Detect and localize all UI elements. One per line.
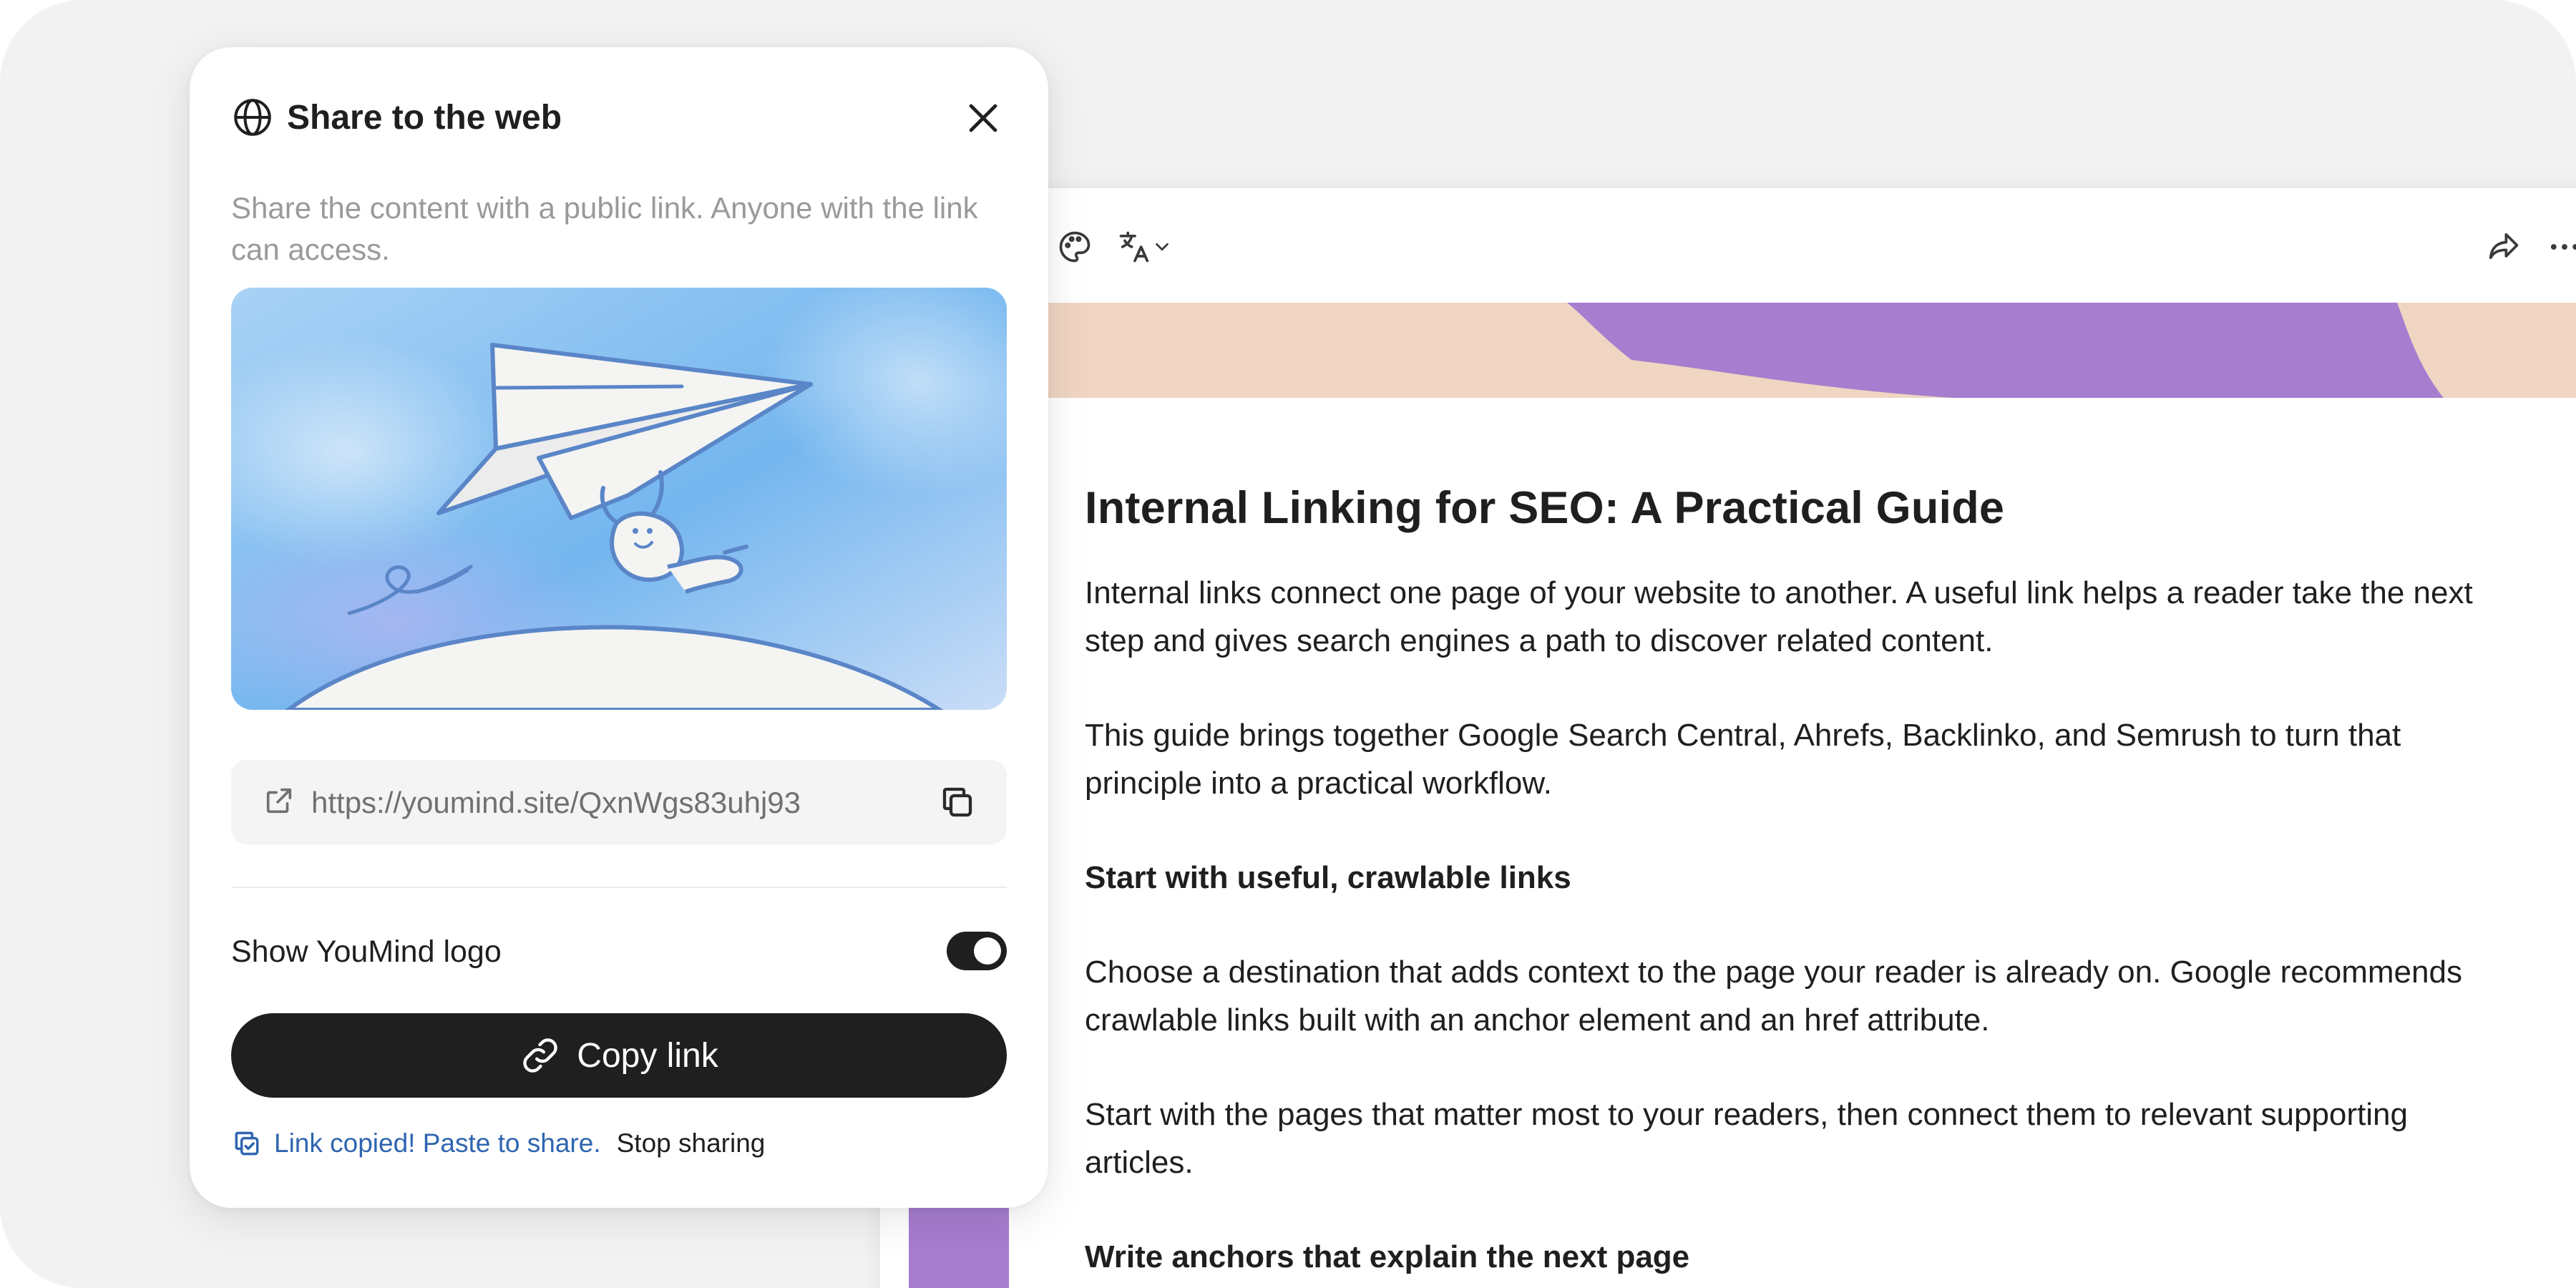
side-decoration xyxy=(909,1204,1009,1288)
share-icon[interactable] xyxy=(2477,221,2529,273)
link-copied-message: Link copied! Paste to share. xyxy=(274,1128,601,1158)
dialog-title: Share to the web xyxy=(287,98,562,137)
paragraph: Internal links connect one page of your … xyxy=(1085,575,2473,658)
stop-sharing-link[interactable]: Stop sharing xyxy=(617,1128,766,1158)
dialog-description: Share the content with a public link. An… xyxy=(231,191,978,266)
paragraph: This guide brings together Google Search… xyxy=(1085,717,2401,801)
dialog-header: Share to the web xyxy=(231,96,562,139)
section-heading: Start with useful, crawlable links xyxy=(1085,859,1571,895)
divider xyxy=(231,887,1007,888)
share-url-text[interactable]: https://youmind.site/QxnWgs83uhj93 xyxy=(311,786,801,820)
globe-icon xyxy=(234,99,271,136)
copy-link-label: Copy link xyxy=(577,1036,718,1075)
app-canvas: Internal Linking for SEO: A Practical Gu… xyxy=(0,0,2576,1288)
share-url-field[interactable]: https://youmind.site/QxnWgs83uhj93 xyxy=(231,760,1007,844)
close-icon[interactable] xyxy=(962,97,1004,139)
paragraph: Start with the pages that matter most to… xyxy=(1085,1096,2408,1180)
document-window: Internal Linking for SEO: A Practical Gu… xyxy=(880,188,2576,1288)
share-dialog: Share to the web Share the content with … xyxy=(190,47,1048,1208)
document-body: Internal Linking for SEO: A Practical Gu… xyxy=(1085,482,2516,1288)
copy-icon[interactable] xyxy=(938,783,977,821)
toggle-knob xyxy=(974,937,1001,965)
copied-check-icon xyxy=(235,1131,259,1156)
show-logo-toggle[interactable] xyxy=(947,932,1007,970)
paper-plane-illustration xyxy=(231,288,1007,710)
external-link-icon[interactable] xyxy=(263,784,296,817)
document-title: Internal Linking for SEO: A Practical Gu… xyxy=(1085,483,2005,533)
more-icon[interactable] xyxy=(2539,221,2576,273)
section-heading: Write anchors that explain the next page xyxy=(1085,1239,1690,1274)
paragraph: Choose a destination that adds context t… xyxy=(1085,954,2462,1038)
document-toolbar xyxy=(880,188,2576,303)
copy-link-button[interactable]: Copy link xyxy=(231,1013,1007,1098)
link-icon xyxy=(523,1038,558,1073)
chevron-down-icon[interactable] xyxy=(1146,221,1178,273)
cover-image xyxy=(880,303,2576,398)
share-status: Link copied! Paste to share. Stop sharin… xyxy=(231,1128,765,1159)
show-logo-label: Show YouMind logo xyxy=(231,935,502,969)
palette-icon[interactable] xyxy=(1049,221,1101,273)
